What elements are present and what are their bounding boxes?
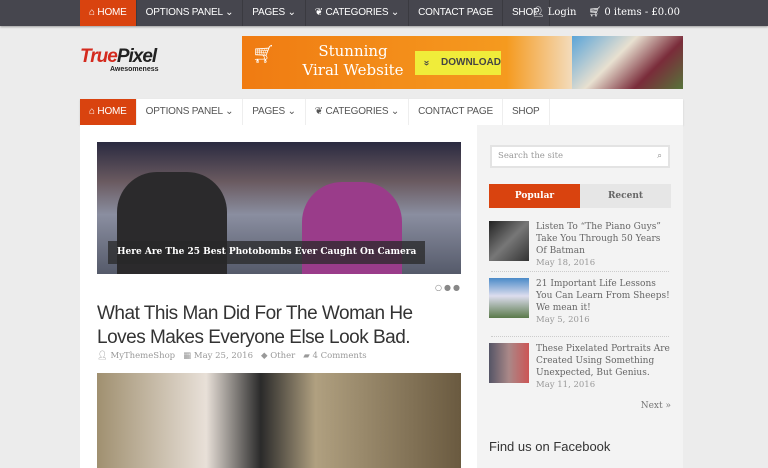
cart-label: 0 items - £0.00 — [604, 7, 680, 18]
nav-pages[interactable]: PAGES ⌄ — [243, 0, 306, 26]
featured-slider[interactable]: Here Are The 25 Best Photobombs Ever Cau… — [97, 142, 461, 274]
nav-options-panel[interactable]: OPTIONS PANEL ⌄ — [137, 99, 244, 125]
post-title[interactable]: Listen To “The Piano Guys” Take You Thro… — [536, 221, 671, 257]
post-thumbnail[interactable] — [489, 221, 529, 261]
article-title[interactable]: What This Man Did For The Woman He Loves… — [97, 302, 437, 350]
date-text: May 25, 2016 — [193, 351, 254, 361]
nav-label: CATEGORIES — [325, 7, 389, 18]
sidebar-tabs: Popular Recent — [489, 184, 671, 208]
leaf-icon: ❦ — [314, 106, 326, 117]
tab-popular[interactable]: Popular — [489, 184, 580, 208]
nav-label: CONTACT PAGE — [418, 106, 493, 117]
sidebar: Search the site ⌕ Popular Recent Listen T… — [477, 125, 683, 468]
banner-line2: Viral Website — [302, 61, 404, 79]
article-meta: 👤︎ MyThemeShop ▦ May 25, 2016 ◆ Other ▰ … — [97, 351, 367, 361]
next-link[interactable]: Next » — [641, 401, 671, 411]
search-placeholder: Search the site — [498, 151, 564, 161]
logo-tagline: Awesomeness — [110, 66, 159, 73]
nav-label: CONTACT PAGE — [418, 7, 493, 18]
logo-pixel: Pixel — [116, 46, 157, 67]
main-content: Here Are The 25 Best Photobombs Ever Cau… — [80, 125, 477, 468]
tab-recent[interactable]: Recent — [580, 184, 671, 208]
nav-options-panel[interactable]: OPTIONS PANEL ⌄ — [137, 0, 244, 26]
nav-label: OPTIONS PANEL — [145, 7, 223, 18]
facebook-heading: Find us on Facebook — [489, 439, 611, 454]
user-icon: 👤︎ — [97, 351, 111, 361]
cart-link[interactable]: 🛒︎ 0 items - £0.00 — [588, 0, 680, 26]
post-thumbnail[interactable] — [489, 278, 529, 318]
download-button[interactable]: DOWNLOAD — [415, 51, 501, 75]
list-item[interactable]: These Pixelated Portraits Are Created Us… — [489, 343, 671, 390]
nav-categories[interactable]: ❦ CATEGORIES ⌄ — [306, 0, 410, 26]
nav-label: PAGES — [252, 7, 285, 18]
leaf-icon: ❦ — [314, 7, 326, 18]
post-title[interactable]: 21 Important Life Lessons You Can Learn … — [536, 278, 671, 314]
nav-label: HOME — [97, 7, 127, 18]
date: ▦ May 25, 2016 — [183, 351, 253, 361]
divider — [491, 271, 669, 272]
nav-pages[interactable]: PAGES ⌄ — [243, 99, 306, 125]
nav-categories[interactable]: ❦ CATEGORIES ⌄ — [306, 99, 410, 125]
search-input[interactable]: Search the site ⌕ — [490, 145, 670, 168]
login-link[interactable]: 👤︎ Login — [532, 0, 577, 26]
top-nav: ⌂ HOME OPTIONS PANEL ⌄ PAGES ⌄ ❦ CATEGOR… — [80, 0, 550, 26]
divider — [491, 336, 669, 337]
list-item[interactable]: 21 Important Life Lessons You Can Learn … — [489, 278, 671, 325]
ad-banner[interactable]: 🛒︎ StunningViral Website DOWNLOAD — [242, 36, 683, 89]
calendar-icon: ▦ — [183, 351, 194, 361]
nav-shop[interactable]: SHOP — [503, 99, 550, 125]
comments[interactable]: ▰ 4 Comments — [303, 351, 366, 361]
comments-text: 4 Comments — [312, 351, 367, 361]
tag-icon: ◆ — [261, 351, 271, 361]
nav-label: PAGES — [252, 106, 285, 117]
user-icon: 👤︎ — [531, 7, 548, 18]
category[interactable]: ◆ Other — [261, 351, 295, 361]
search-icon[interactable]: ⌕ — [657, 147, 662, 166]
cart-icon: 🛒︎ — [588, 7, 605, 18]
nav-home[interactable]: ⌂ HOME — [80, 0, 137, 26]
nav-label: SHOP — [511, 106, 540, 117]
author[interactable]: 👤︎ MyThemeShop — [97, 351, 175, 361]
post-title[interactable]: These Pixelated Portraits Are Created Us… — [536, 343, 671, 379]
banner-line1: Stunning — [318, 42, 388, 60]
post-thumbnail[interactable] — [489, 343, 529, 383]
site-logo[interactable]: TruePixel Awesomeness — [80, 46, 159, 73]
slide-caption[interactable]: Here Are The 25 Best Photobombs Ever Cau… — [108, 241, 426, 264]
post-date: May 11, 2016 — [536, 380, 596, 390]
article-image[interactable] — [97, 373, 461, 468]
category-text: Other — [270, 351, 296, 361]
login-label: Login — [547, 7, 577, 18]
logo-true: True — [80, 46, 118, 67]
post-date: May 5, 2016 — [536, 315, 590, 325]
top-bar: ⌂ HOME OPTIONS PANEL ⌄ PAGES ⌄ ❦ CATEGOR… — [0, 0, 768, 26]
banner-image — [572, 36, 683, 89]
main-nav: ⌂ HOME OPTIONS PANEL ⌄ PAGES ⌄ ❦ CATEGOR… — [80, 99, 683, 125]
nav-contact[interactable]: CONTACT PAGE — [409, 0, 503, 26]
nav-label: OPTIONS PANEL — [145, 106, 223, 117]
nav-contact[interactable]: CONTACT PAGE — [409, 99, 503, 125]
cart-icon: 🛒︎ — [252, 44, 275, 65]
nav-label: HOME — [97, 106, 127, 117]
nav-label: CATEGORIES — [325, 106, 389, 117]
nav-home[interactable]: ⌂ HOME — [80, 99, 137, 125]
list-item[interactable]: Listen To “The Piano Guys” Take You Thro… — [489, 221, 671, 268]
author-name: MyThemeShop — [110, 351, 176, 361]
slider-dots[interactable]: ○●● — [435, 283, 462, 292]
post-date: May 18, 2016 — [536, 258, 596, 268]
